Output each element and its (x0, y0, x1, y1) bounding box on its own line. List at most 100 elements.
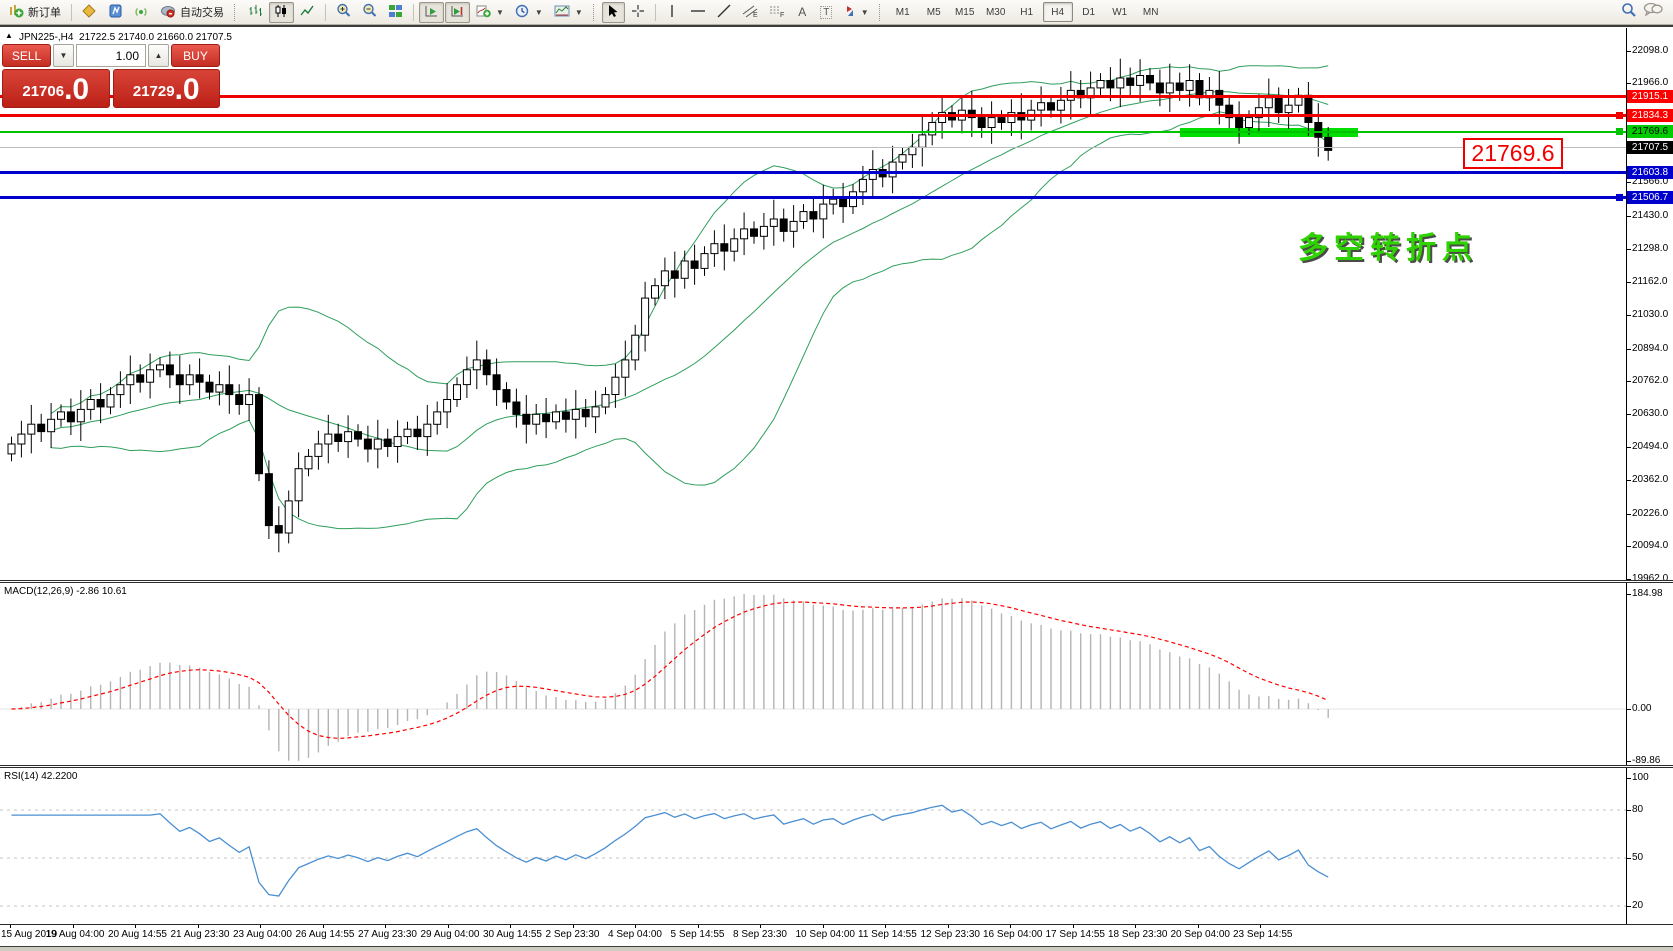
time-label[interactable]: 11 Sep 14:55 (858, 929, 917, 940)
candle (790, 221, 797, 231)
time-label[interactable]: 19 Aug 04:00 (46, 929, 105, 940)
buy-price: 21729 (133, 79, 175, 105)
time-label[interactable]: 29 Aug 04:00 (421, 929, 480, 940)
candle (582, 409, 589, 416)
trendline-icon (717, 4, 731, 21)
text-label-button[interactable]: T (815, 2, 838, 23)
rsi-tick-label: 80 (1632, 804, 1643, 815)
time-label[interactable]: 4 Sep 04:00 (608, 929, 662, 940)
line-drag-handle[interactable] (1616, 194, 1623, 201)
pane-separator[interactable] (0, 765, 1673, 768)
horizontal-line-21769.6[interactable] (0, 131, 1626, 133)
horizontal-line-21506.7[interactable] (0, 196, 1626, 199)
macd-tick-label: 184.98 (1632, 588, 1663, 599)
candle (454, 385, 461, 400)
vertical-line-button[interactable] (661, 2, 684, 23)
buy-button[interactable]: BUY (171, 44, 220, 67)
new-order-button[interactable]: 新订单 (4, 2, 66, 23)
zoom-in-button[interactable] (331, 2, 356, 23)
tab-timeframe-h4[interactable]: H4 (1043, 2, 1073, 22)
periods-button[interactable]: ▼ (510, 2, 548, 23)
time-label[interactable]: 20 Sep 04:00 (1171, 929, 1231, 940)
horizontal-line-button[interactable] (685, 2, 711, 23)
time-label[interactable]: 26 Aug 14:55 (296, 929, 355, 940)
volume-input[interactable] (76, 44, 146, 67)
time-label[interactable]: 5 Sep 14:55 (671, 929, 725, 940)
metaeditor-button[interactable] (103, 2, 128, 23)
autoscroll-icon (424, 4, 439, 21)
sell-button[interactable]: SELL (2, 44, 51, 67)
tab-timeframe-m30[interactable]: M30 (981, 2, 1011, 22)
time-label[interactable]: 23 Aug 04:00 (233, 929, 292, 940)
candle (513, 402, 520, 414)
horizontal-line-21834.3[interactable] (0, 114, 1626, 117)
time-label[interactable]: 16 Sep 04:00 (983, 929, 1043, 940)
candle (1236, 118, 1243, 128)
tab-timeframe-m1[interactable]: M1 (888, 2, 918, 22)
text-button[interactable]: A (791, 2, 814, 23)
dropdown-arrow: ▼ (496, 8, 504, 17)
tab-timeframe-h1[interactable]: H1 (1012, 2, 1042, 22)
equidistant-channel-button[interactable]: E (737, 2, 763, 23)
tab-timeframe-mn[interactable]: MN (1136, 2, 1166, 22)
cursor-button[interactable] (602, 2, 625, 23)
tab-timeframe-w1[interactable]: W1 (1105, 2, 1135, 22)
arrows-icon (844, 4, 856, 21)
crosshair-button[interactable] (626, 2, 650, 23)
price-callout-label[interactable]: 21769.6 (1463, 138, 1563, 169)
horizontal-line-21603.8[interactable] (0, 171, 1626, 174)
line-drag-handle[interactable] (1616, 112, 1623, 119)
time-label[interactable]: 21 Aug 23:30 (171, 929, 230, 940)
macd-pane-canvas[interactable] (0, 583, 1626, 765)
templates-button[interactable]: ▼ (549, 2, 588, 23)
indicators-button[interactable]: ▼ (471, 2, 509, 23)
community-button[interactable] (77, 2, 102, 23)
time-label[interactable]: 30 Aug 14:55 (483, 929, 542, 940)
time-label[interactable]: 17 Sep 14:55 (1046, 929, 1106, 940)
candle (186, 375, 193, 385)
autotrading-button[interactable]: 自动交易 (155, 2, 229, 23)
chat-icon[interactable] (1643, 2, 1663, 22)
time-label[interactable]: 10 Sep 04:00 (796, 929, 856, 940)
fibonacci-button[interactable]: F (764, 2, 790, 23)
tile-windows-button[interactable] (383, 2, 408, 23)
chart-shift-button[interactable] (445, 2, 470, 23)
volume-decrease-button[interactable]: ▼ (53, 44, 74, 67)
horizontal-line-21915.1[interactable] (0, 95, 1626, 98)
candlestick-chart-icon (274, 4, 289, 21)
autoscroll-button[interactable] (419, 2, 444, 23)
tab-timeframe-m5[interactable]: M5 (919, 2, 949, 22)
signals-button[interactable] (129, 2, 154, 23)
time-label[interactable]: 20 Aug 14:55 (108, 929, 167, 940)
rsi-pane-canvas[interactable] (0, 768, 1626, 924)
horizontal-line-21707.5[interactable] (0, 147, 1626, 148)
zoom-out-button[interactable] (357, 2, 382, 23)
arrows-button[interactable]: ▼ (839, 2, 874, 23)
time-label[interactable]: 8 Sep 23:30 (733, 929, 787, 940)
trendline-button[interactable] (712, 2, 736, 23)
candlestick-chart-button[interactable] (269, 2, 294, 23)
search-icon[interactable] (1621, 2, 1637, 23)
time-label[interactable]: 23 Sep 14:55 (1233, 929, 1293, 940)
main-chart-canvas[interactable] (0, 30, 1626, 580)
sell-price-panel[interactable]: 21706.0 (2, 69, 110, 108)
candle (1176, 83, 1183, 90)
time-label[interactable]: 12 Sep 23:30 (921, 929, 981, 940)
time-label[interactable]: 27 Aug 23:30 (358, 929, 417, 940)
bar-chart-button[interactable] (243, 2, 268, 23)
buy-price-panel[interactable]: 21729.0 (113, 69, 221, 108)
volume-increase-button[interactable]: ▲ (148, 44, 169, 67)
turning-point-annotation[interactable]: 多空转折点 (1298, 223, 1478, 267)
line-chart-button[interactable] (295, 2, 320, 23)
time-label[interactable]: 18 Sep 23:30 (1108, 929, 1168, 940)
candle (859, 179, 866, 191)
tab-timeframe-d1[interactable]: D1 (1074, 2, 1104, 22)
dropdown-arrow: ▼ (861, 8, 869, 17)
pane-separator[interactable] (0, 580, 1673, 583)
line-drag-handle[interactable] (1616, 128, 1623, 135)
tab-timeframe-m15[interactable]: M15 (950, 2, 980, 22)
price-tick-mark (1626, 83, 1631, 84)
buy-price-pips: .0 (175, 75, 200, 105)
time-label[interactable]: 2 Sep 23:30 (546, 929, 600, 940)
macd-tick-mark (1626, 761, 1631, 762)
